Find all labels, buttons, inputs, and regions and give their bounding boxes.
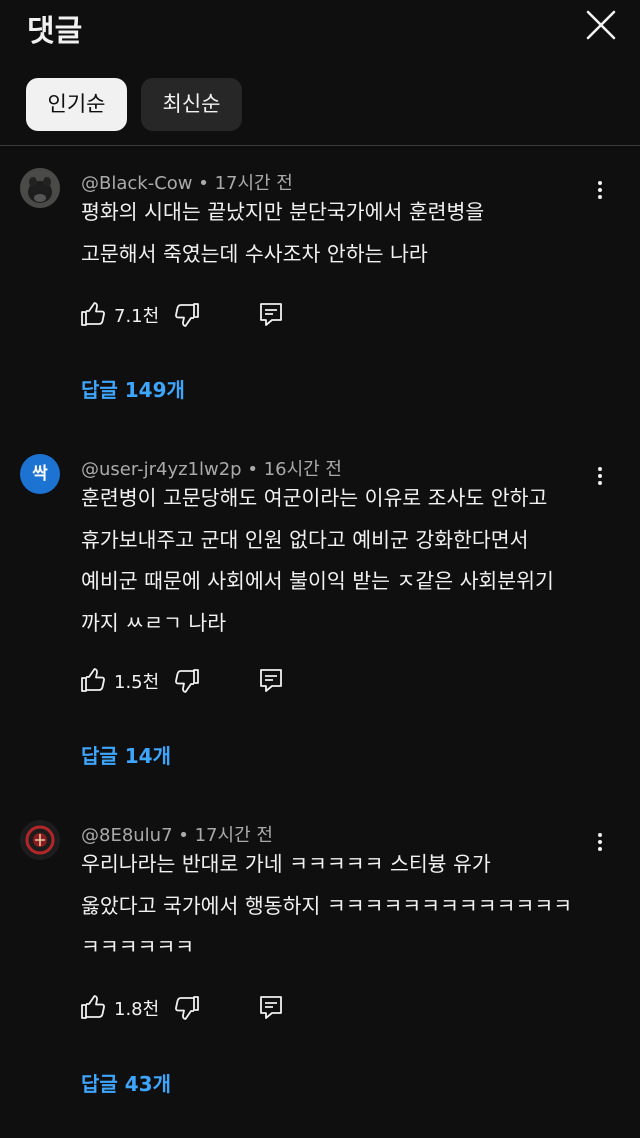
more-options-icon[interactable] xyxy=(590,826,610,856)
view-replies-link[interactable]: 답글 43개 xyxy=(81,1068,171,1097)
comment-author[interactable]: @8E8ulu7 xyxy=(81,825,173,846)
view-replies-link[interactable]: 답글 14개 xyxy=(81,740,171,769)
comment-line: ㅋㅋㅋㅋㅋㅋ xyxy=(81,935,195,959)
more-options-icon[interactable] xyxy=(590,174,610,204)
sort-newest-chip[interactable]: 최신순 xyxy=(141,78,242,131)
like-count: 1.8천 xyxy=(114,999,160,1020)
comment-text: 훈련병이 고문당해도 여군이라는 이유로 조사도 안하고 휴가보내주고 군대 인… xyxy=(81,478,554,644)
like-count: 1.5천 xyxy=(114,672,160,693)
comment-line: 휴가보내주고 군대 인원 없다고 예비군 강화한다면서 xyxy=(81,527,529,552)
thumbs-up-icon[interactable] xyxy=(80,994,106,1020)
comment-time: 17시간 전 xyxy=(194,825,273,846)
comment-time: 17시간 전 xyxy=(214,173,293,194)
comment-line: 예비군 때문에 사회에서 불이익 받는 ㅈ같은 사회분위기 xyxy=(81,569,554,593)
thumbs-down-icon[interactable] xyxy=(174,668,200,694)
like-count: 7.1천 xyxy=(114,306,160,327)
comment-text: 평화의 시대는 끝났지만 분단국가에서 훈련병을 고문해서 죽였는데 수사조차 … xyxy=(81,192,484,275)
reply-icon[interactable] xyxy=(258,994,284,1020)
comment-time: 16시간 전 xyxy=(263,459,342,480)
comments-header: 댓글 xyxy=(0,0,640,64)
thumbs-down-icon[interactable] xyxy=(174,302,200,328)
comment-text: 우리나라는 반대로 가네 ㅋㅋㅋㅋㅋ 스티븅 유가 옳았다고 국가에서 행동하지… xyxy=(81,844,572,969)
comment-author[interactable]: @user-jr4yz1lw2p xyxy=(81,459,242,480)
comment-line: 까지 ㅆㄹㄱ 나라 xyxy=(81,610,227,635)
comment-line: 옳았다고 국가에서 행동하지 ㅋㅋㅋㅋㅋㅋㅋㅋㅋㅋㅋㅋㅋ xyxy=(81,893,573,918)
reply-icon[interactable] xyxy=(258,301,284,327)
more-options-icon[interactable] xyxy=(590,460,610,490)
view-replies-link[interactable]: 답글 149개 xyxy=(81,374,185,403)
comment-line: 평화의 시대는 끝났지만 분단국가에서 훈련병을 xyxy=(81,200,485,224)
avatar[interactable] xyxy=(20,168,60,208)
page-title: 댓글 xyxy=(27,14,83,49)
divider xyxy=(0,145,640,146)
thumbs-up-icon[interactable] xyxy=(80,301,106,327)
close-icon[interactable] xyxy=(582,6,620,44)
comment-line: 훈련병이 고문당해도 여군이라는 이유로 조사도 안하고 xyxy=(81,486,548,510)
thumbs-down-icon[interactable] xyxy=(174,995,200,1021)
avatar[interactable] xyxy=(20,820,60,860)
avatar[interactable]: 싹 xyxy=(20,454,60,494)
comment-author[interactable]: @Black-Cow xyxy=(81,173,193,194)
reply-icon[interactable] xyxy=(258,667,284,693)
sort-popular-chip[interactable]: 인기순 xyxy=(26,78,127,131)
comment-line: 고문해서 죽였는데 수사조차 안하는 나라 xyxy=(81,241,428,266)
thumbs-up-icon[interactable] xyxy=(80,667,106,693)
comment-line: 우리나라는 반대로 가네 ㅋㅋㅋㅋㅋ 스티븅 유가 xyxy=(81,852,491,876)
